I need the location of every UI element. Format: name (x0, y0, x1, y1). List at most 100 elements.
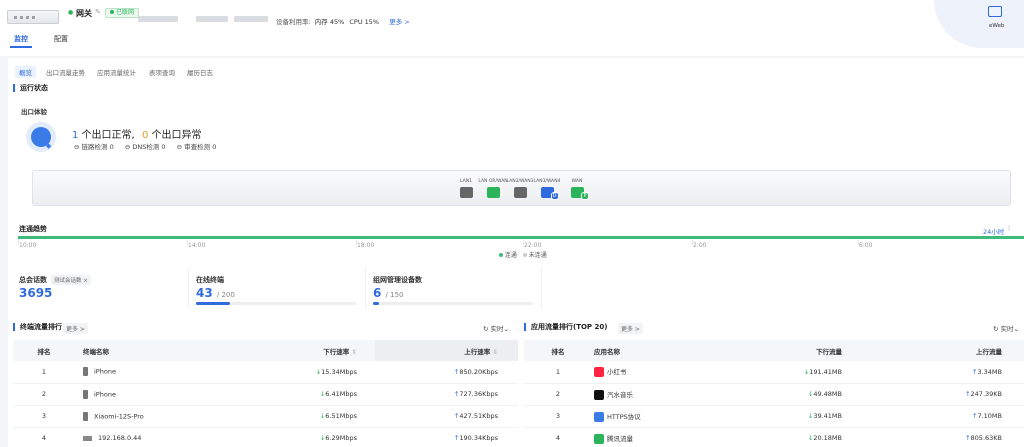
managed-label: 组网管理设备数 (373, 276, 422, 284)
up-traffic-cell: ↑7.10MB (852, 405, 1024, 428)
down-traffic-cell: ↓20.18MB (742, 427, 852, 447)
sessions-tag[interactable]: 测试会话数 × (51, 275, 91, 285)
col-rank: 排名 (13, 340, 75, 361)
time-tick-label: 22:00 (524, 242, 542, 249)
tab-monitor[interactable]: 监控 (14, 34, 28, 44)
monitor-icon[interactable] (988, 6, 1002, 17)
down-rate-cell: ↓6.41Mbps (245, 383, 375, 406)
port-0[interactable]: LAN1 (451, 179, 481, 198)
phone-icon (83, 367, 88, 377)
rank-cell: 1 (524, 361, 592, 384)
terminal-more-button[interactable]: 更多 > (63, 323, 88, 334)
col-terminal-name: 终端名称 (75, 340, 245, 361)
terminal-name-cell: iPhone (75, 361, 245, 384)
port-label: LAN OR/WAN (478, 179, 508, 184)
table-row[interactable]: 4 192.168.0.44 ↓6.29Mbps ↑190.34Kbps (13, 427, 518, 447)
terminal-name-cell: iPhone (75, 383, 245, 406)
ethernet-port-icon (486, 187, 500, 198)
terminals-value: 43 / 200 (196, 286, 235, 300)
app-name-cell: HTTPS协议 (592, 405, 742, 428)
down-traffic-cell: ↓39.41MB (742, 405, 852, 428)
run-status-title: 运行状态 (13, 84, 48, 92)
port-4[interactable]: WAN P (562, 179, 592, 200)
managed-progress (373, 302, 533, 305)
up-traffic-cell: ↑805.63KB (852, 427, 1024, 447)
exit-experience-title: 出口体验 (21, 108, 47, 116)
port-3[interactable]: LAN3/WAN4 D (532, 179, 562, 200)
time-tick-label: 18:00 (357, 242, 375, 249)
app-more-button[interactable]: 更多 > (618, 323, 643, 334)
terminal-name-cell: Xiaomi-12S-Pro (75, 405, 245, 428)
header-bar (0, 0, 1024, 56)
link-check: 链路检测 0 (81, 143, 114, 151)
app-table: 排名 应用名称 下行流量 上行流量 1 小红书 ↓191.41MB ↑3.34MB 2 汽… (524, 340, 1024, 447)
tab-config[interactable]: 配置 (54, 34, 68, 44)
edit-icon[interactable]: ✎ (95, 8, 101, 16)
terminal-rank-title: 终端流量排行 (13, 323, 62, 331)
port-badge: D (550, 192, 559, 200)
table-row[interactable]: 4 腾讯流量 ↓20.18MB ↑805.63KB (524, 427, 1024, 447)
rank-cell: 2 (13, 383, 75, 406)
port-1[interactable]: LAN OR/WAN (478, 179, 508, 198)
table-row[interactable]: 3 Xiaomi-12S-Pro ↓6.51Mbps ↑427.51Kbps (13, 405, 518, 428)
managed-value: 6 / 150 (373, 286, 404, 300)
device-name: 网关 (76, 9, 92, 18)
terminal-table: 排名 终端名称 下行速率 ⇕ 上行速率 ⇕ 1 iPhone ↓15.34Mbps ↑… (13, 340, 518, 447)
down-traffic-cell: ↓49.48MB (742, 383, 852, 406)
status-dot-icon: ● (68, 9, 74, 16)
refresh-icon: ↻ (993, 325, 999, 333)
terminals-progress-fill (196, 302, 231, 305)
computer-icon (83, 435, 92, 441)
sessions-label: 总会话数 (19, 276, 47, 284)
down-rate-cell: ↓6.51Mbps (245, 405, 375, 428)
col-up-rate[interactable]: 上行速率 ⇕ (375, 340, 518, 361)
time-tick-label: 10:00 (19, 242, 37, 249)
col-down-rate[interactable]: 下行速率 ⇕ (245, 340, 375, 361)
phone-icon (83, 411, 88, 421)
link-check-icon: ⊖ (74, 143, 80, 151)
globe-icon: ◆ (26, 122, 56, 152)
subtab-overview[interactable]: 概览 (15, 66, 36, 78)
table-row[interactable]: 1 iPhone ↓15.34Mbps ↑850.20Kbps (13, 361, 518, 384)
col-up-traffic: 上行流量 (852, 340, 1024, 361)
table-row[interactable]: 2 汽水音乐 ↓49.48MB ↑247.39KB (524, 383, 1024, 406)
masked-info (138, 16, 178, 22)
device-image (7, 10, 59, 24)
app-name-cell: 小红书 (592, 361, 742, 384)
subtab-exit-trend[interactable]: 出口流量走势 (42, 66, 89, 78)
subtab-history-log[interactable]: 履历日志 (183, 66, 217, 78)
app-name-cell: 汽水音乐 (592, 383, 742, 406)
rank-cell: 2 (524, 383, 592, 406)
audit-check-icon: ⊖ (176, 143, 183, 151)
table-row[interactable]: 1 小红书 ↓191.41MB ↑3.34MB (524, 361, 1024, 384)
terminals-label: 在线终端 (196, 276, 224, 284)
table-row[interactable]: 2 iPhone ↓6.41Mbps ↑727.36Kbps (13, 383, 518, 406)
down-traffic-cell: ↓191.41MB (742, 361, 852, 384)
trend-legend: 连通 未连通 (499, 250, 547, 259)
app-realtime-select[interactable]: ↻ 实时⌄ (993, 323, 1019, 333)
masked-info (234, 16, 268, 22)
trend-nav-icon[interactable]: | (1008, 225, 1010, 232)
eweb-label[interactable]: eWeb (989, 23, 1004, 29)
connectivity-bar (18, 236, 1024, 239)
port-label: LAN1 (460, 179, 472, 184)
range-selector[interactable]: 24小时 (983, 226, 1004, 236)
dns-check: DNS检测 0 (132, 143, 166, 151)
col-rank: 排名 (524, 340, 592, 361)
ethernet-port-icon (513, 187, 527, 198)
col-app-name: 应用名称 (592, 340, 742, 361)
exit-summary: 1 个出口正常, 0 个出口异常 (72, 130, 202, 141)
trend-title: 连通趋势 (19, 225, 47, 233)
dns-check-icon: ⊖ (124, 143, 131, 151)
app-icon (594, 367, 604, 378)
port-2[interactable]: LAN3/WAN3 (505, 179, 535, 198)
util-more-link[interactable]: 更多 > (389, 18, 410, 26)
subtab-app-stats[interactable]: 应用流量统计 (93, 66, 140, 78)
subtab-table-query[interactable]: 表项查询 (145, 66, 179, 78)
down-rate-cell: ↓15.34Mbps (245, 361, 375, 384)
table-row[interactable]: 3 HTTPS协议 ↓39.41MB ↑7.10MB (524, 405, 1024, 428)
app-icon (594, 389, 604, 400)
terminal-realtime-select[interactable]: ↻ 实时⌄ (483, 323, 509, 333)
shield-icon: ◆ (46, 142, 52, 150)
up-rate-cell: ↑727.36Kbps (375, 383, 518, 406)
